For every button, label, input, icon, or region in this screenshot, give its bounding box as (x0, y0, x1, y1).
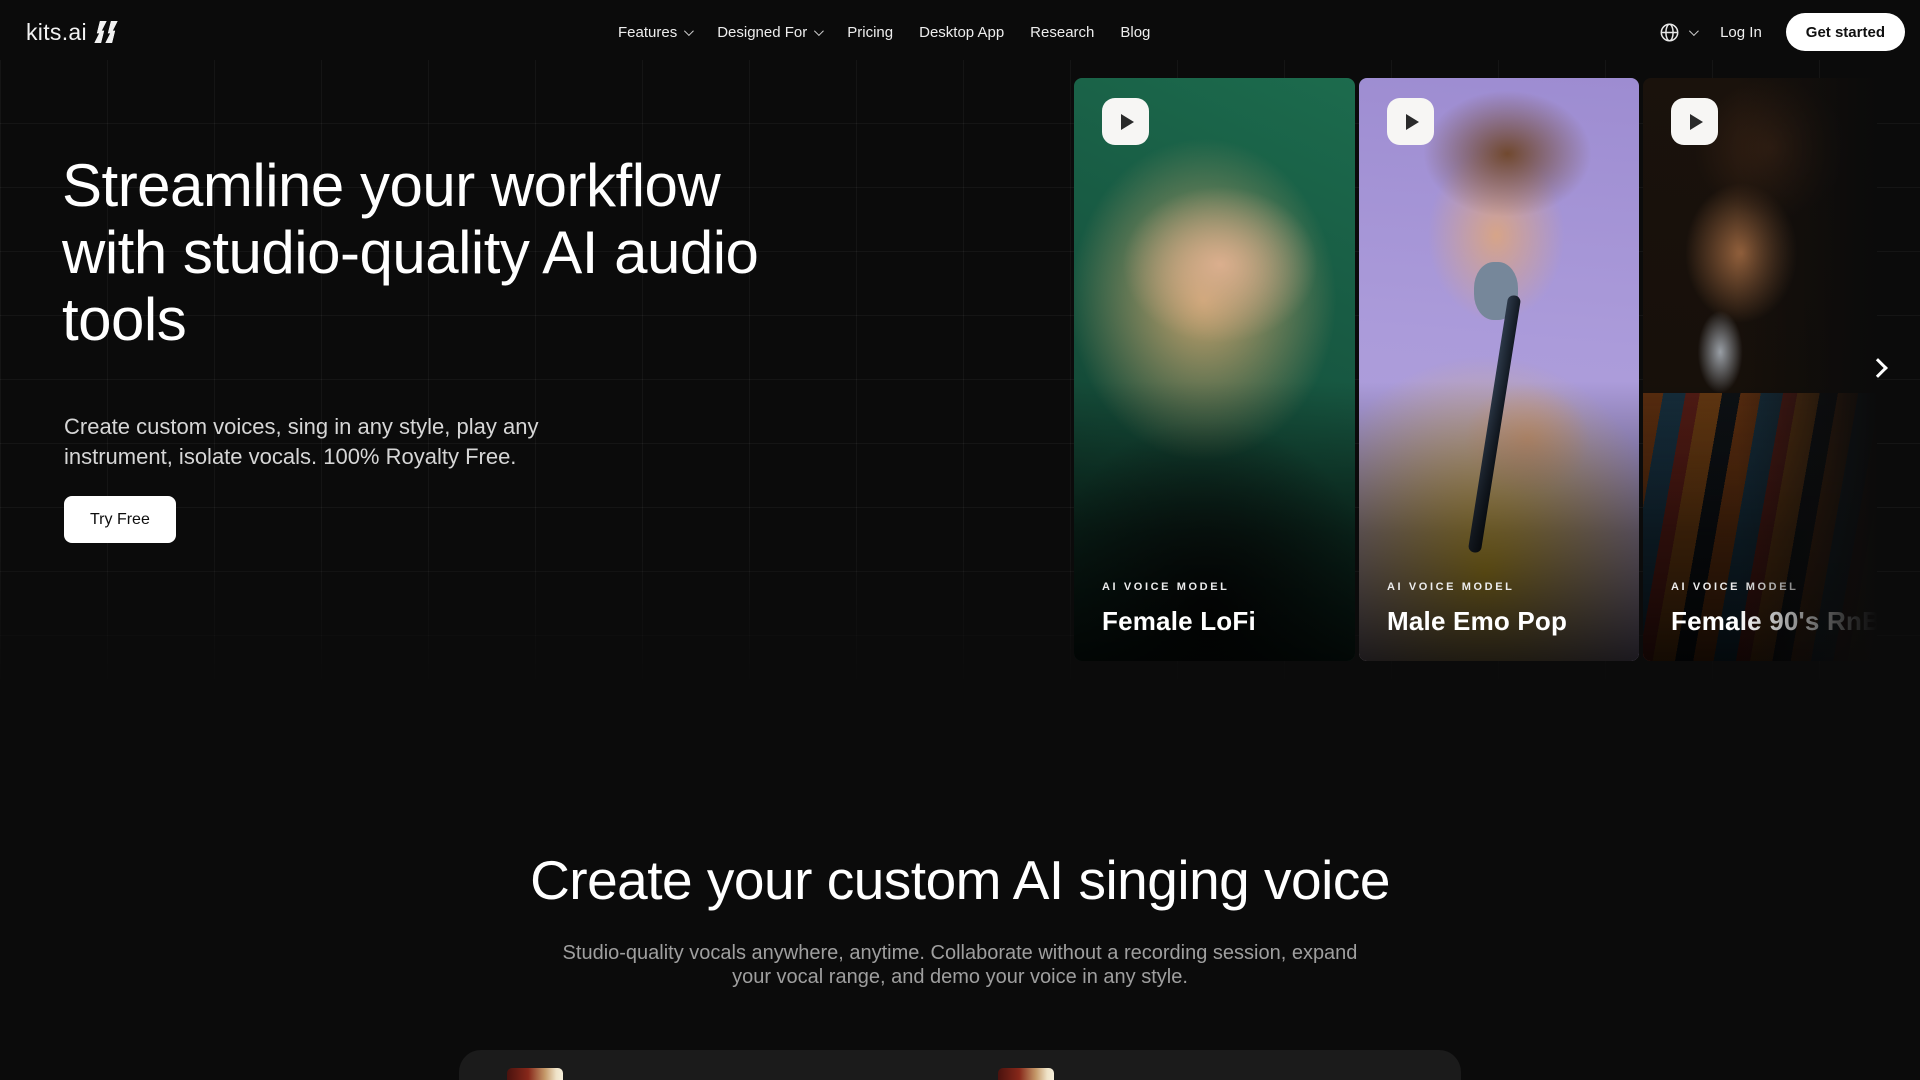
card-edge-fade (1643, 78, 1877, 661)
chevron-right-icon (1868, 358, 1888, 378)
brand-logo[interactable]: kits.ai (26, 0, 115, 64)
chevron-down-icon (1689, 26, 1699, 36)
card-title: Male Emo Pop (1387, 606, 1567, 637)
play-icon (1121, 114, 1134, 130)
card-tag: AI VOICE MODEL (1387, 581, 1567, 593)
play-icon (1406, 114, 1419, 130)
card-title: Female LoFi (1102, 606, 1256, 637)
chevron-down-icon (814, 26, 824, 36)
section-subtitle: Studio-quality vocals anywhere, anytime.… (0, 941, 1920, 989)
nav-item-label: Research (1030, 24, 1094, 41)
feature-panel (459, 1050, 1461, 1080)
language-selector[interactable] (1659, 22, 1696, 43)
kits-logo-icon (97, 21, 115, 43)
nav-item-blog[interactable]: Blog (1120, 24, 1150, 41)
voice-model-card-female-90s-rnb[interactable]: AI VOICE MODEL Female 90's RnB (1643, 78, 1877, 661)
card-bottom-shade (1074, 78, 1355, 661)
top-nav: kits.ai Features Designed For Pricing De… (0, 0, 1920, 64)
nav-item-label: Pricing (847, 24, 893, 41)
nav-item-features[interactable]: Features (618, 24, 691, 41)
nav-item-pricing[interactable]: Pricing (847, 24, 893, 41)
section-title: Create your custom AI singing voice (0, 848, 1920, 912)
nav-item-designed-for[interactable]: Designed For (717, 24, 821, 41)
play-button[interactable] (1671, 98, 1718, 145)
nav-item-research[interactable]: Research (1030, 24, 1094, 41)
nav-item-label: Features (618, 24, 677, 41)
get-started-button[interactable]: Get started (1786, 13, 1905, 51)
hero-subtitle: Create custom voices, sing in any style,… (64, 412, 544, 472)
try-free-button[interactable]: Try Free (64, 496, 176, 543)
carousel-next-button[interactable] (1858, 348, 1898, 388)
nav-item-label: Desktop App (919, 24, 1004, 41)
main-nav: Features Designed For Pricing Desktop Ap… (618, 0, 1150, 64)
nav-item-label: Designed For (717, 24, 807, 41)
brand-name: kits.ai (26, 19, 87, 46)
globe-icon (1659, 22, 1680, 43)
login-link[interactable]: Log In (1720, 24, 1762, 41)
nav-item-label: Blog (1120, 24, 1150, 41)
hero-title: Streamline your workflow with studio-qua… (62, 152, 1022, 353)
chevron-down-icon (684, 26, 694, 36)
voice-model-card-male-emo-pop[interactable]: AI VOICE MODEL Male Emo Pop (1359, 78, 1639, 661)
nav-right-group: Log In Get started (1659, 0, 1905, 64)
card-meta: AI VOICE MODEL Male Emo Pop (1387, 581, 1567, 637)
card-bottom-shade (1359, 78, 1639, 661)
play-button[interactable] (1102, 98, 1149, 145)
nav-item-desktop-app[interactable]: Desktop App (919, 24, 1004, 41)
card-meta: AI VOICE MODEL Female LoFi (1102, 581, 1256, 637)
voice-model-card-female-lofi[interactable]: AI VOICE MODEL Female LoFi (1074, 78, 1355, 661)
play-button[interactable] (1387, 98, 1434, 145)
play-icon (1690, 114, 1703, 130)
card-tag: AI VOICE MODEL (1102, 581, 1256, 593)
panel-thumbnail (998, 1068, 1054, 1080)
panel-thumbnail (507, 1068, 563, 1080)
